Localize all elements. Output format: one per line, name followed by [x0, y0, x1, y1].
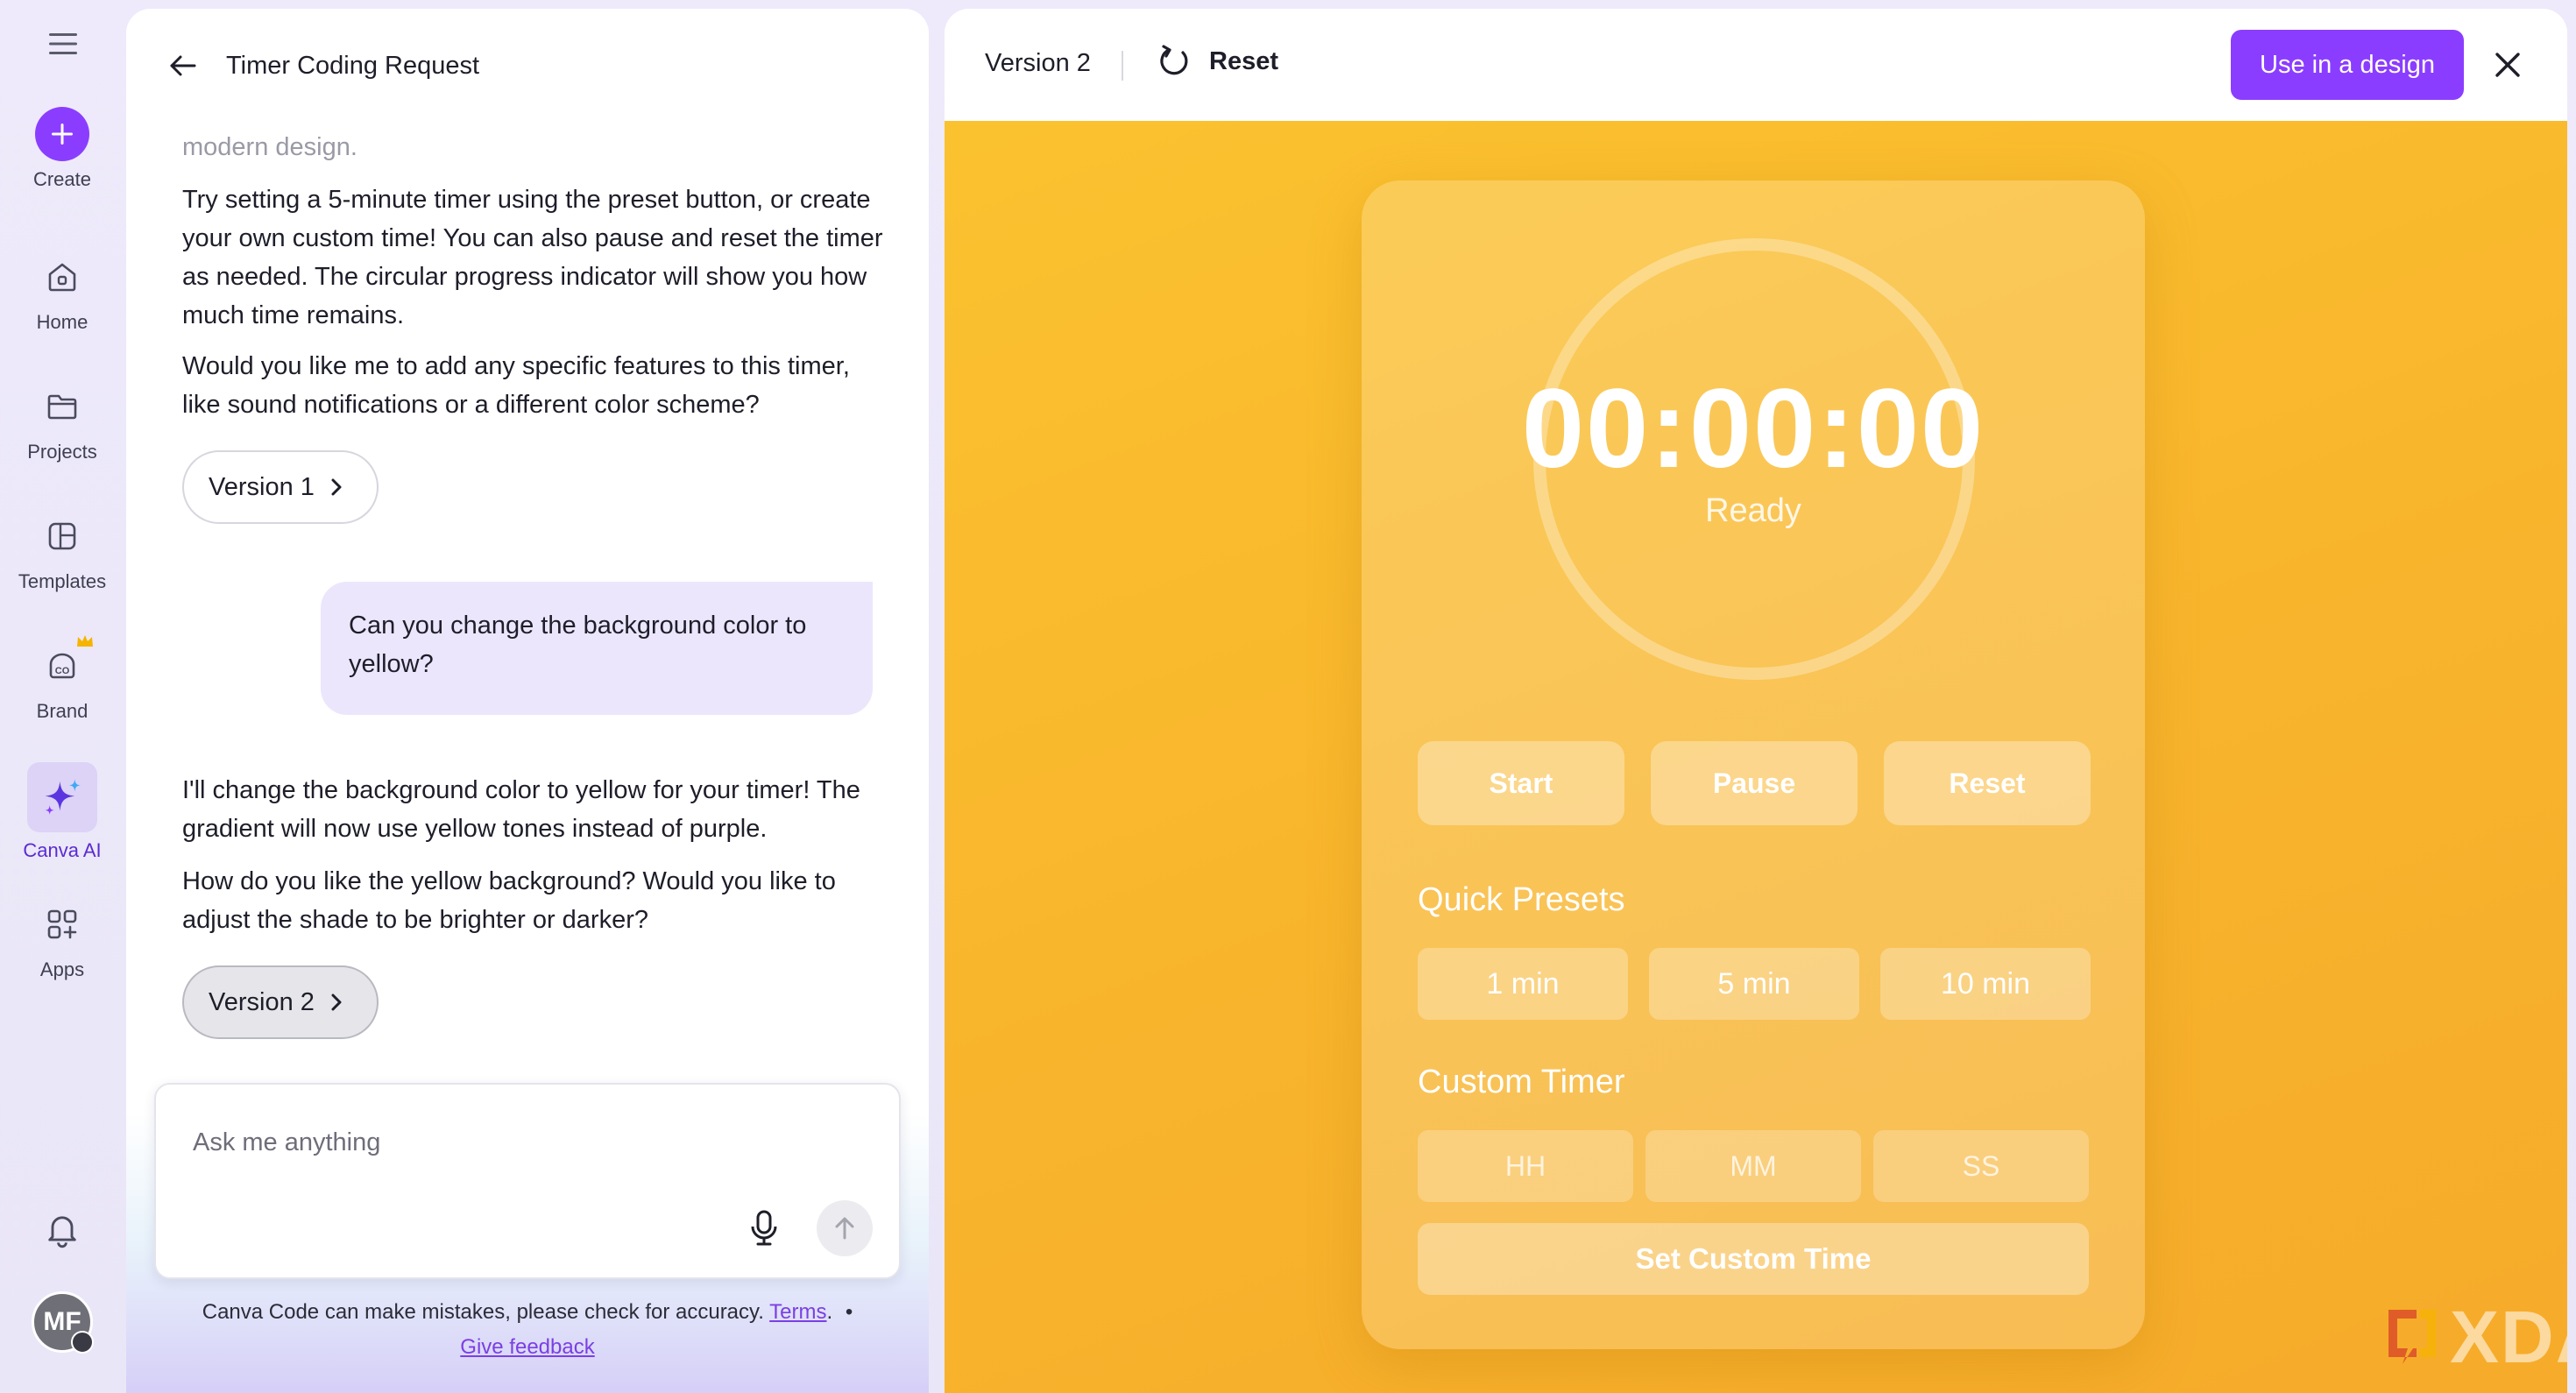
avatar[interactable]: MF — [32, 1291, 94, 1354]
version-2-pill[interactable]: Version 2 — [182, 965, 379, 1039]
create-button[interactable] — [35, 107, 89, 161]
xda-watermark: XDA — [2381, 1295, 2567, 1380]
refresh-icon — [1160, 45, 1188, 75]
sparkle-icon — [27, 762, 97, 832]
sidebar-item-label: Apps — [39, 958, 85, 980]
left-rail: Create Home Projects Templates CO Brand … — [0, 0, 124, 1393]
reset-button[interactable]: Reset — [1884, 741, 2091, 825]
terms-period: . — [826, 1300, 833, 1324]
sidebar-item-brand[interactable]: CO Brand — [0, 635, 124, 723]
brand-icon: CO — [35, 635, 93, 693]
sidebar-item-apps[interactable]: Apps — [0, 897, 124, 981]
set-custom-time-button[interactable]: Set Custom Time — [1418, 1223, 2089, 1295]
sidebar-item-label: Templates — [18, 570, 107, 592]
version-pill-label: Version 2 — [209, 987, 315, 1016]
seconds-input[interactable]: SS — [1873, 1130, 2089, 1202]
crown-icon — [77, 635, 93, 647]
chat-title: Timer Coding Request — [226, 51, 480, 80]
chevron-right-icon — [331, 478, 342, 496]
chat-input[interactable]: Ask me anything — [154, 1083, 901, 1279]
preview-header: Version 2 Reset Use in a design — [945, 9, 2567, 121]
close-button[interactable] — [2488, 46, 2527, 84]
bullet-separator: • — [845, 1300, 853, 1324]
sidebar-item-label: Home — [36, 311, 88, 333]
sidebar-item-label: Brand — [36, 700, 88, 722]
give-feedback-link[interactable]: Give feedback — [460, 1335, 594, 1359]
apps-icon — [35, 897, 89, 951]
notifications-button[interactable] — [37, 1204, 88, 1255]
hours-input[interactable]: HH — [1418, 1130, 1633, 1202]
back-button[interactable] — [165, 48, 200, 83]
mic-button[interactable] — [741, 1204, 787, 1253]
svg-text:CO: CO — [55, 666, 70, 676]
user-message: Can you change the background color to y… — [321, 582, 873, 715]
quick-presets-title: Quick Presets — [1418, 881, 1625, 918]
reset-preview-label: Reset — [1209, 46, 1278, 75]
disclaimer: Canva Code can make mistakes, please che… — [154, 1295, 901, 1365]
xda-logo-icon — [2388, 1309, 2436, 1364]
sidebar-item-templates[interactable]: Templates — [0, 509, 124, 593]
assistant-message: How do you like the yellow background? W… — [182, 867, 836, 934]
version-pill-label: Version 1 — [209, 472, 315, 501]
home-icon — [35, 250, 89, 304]
send-button[interactable] — [817, 1200, 873, 1256]
mic-icon — [751, 1210, 777, 1246]
terms-link[interactable]: Terms — [769, 1300, 826, 1324]
disclaimer-text: Canva Code can make mistakes, please che… — [202, 1300, 764, 1324]
bell-icon — [48, 1216, 76, 1248]
assistant-message: I'll change the background color to yell… — [182, 776, 860, 843]
preset-10-min-button[interactable]: 10 min — [1880, 948, 2091, 1020]
sidebar-item-canva-ai[interactable]: Canva AI — [0, 762, 124, 862]
header-divider — [1122, 51, 1123, 81]
sidebar-item-label: Create — [32, 168, 92, 190]
chat-header: Timer Coding Request — [126, 9, 929, 123]
pause-button[interactable]: Pause — [1651, 741, 1858, 825]
chat-panel: Timer Coding Request modern design. Try … — [126, 9, 929, 1393]
reset-preview-button[interactable]: Reset — [1155, 42, 1278, 81]
use-in-design-button[interactable]: Use in a design — [2231, 30, 2464, 100]
sidebar-item-label: Canva AI — [23, 839, 102, 861]
version-1-pill[interactable]: Version 1 — [182, 450, 379, 524]
folder-icon — [35, 379, 89, 434]
menu-icon — [49, 33, 77, 54]
sidebar-item-create[interactable]: Create — [0, 107, 124, 191]
faded-message-text: modern design. — [182, 133, 357, 161]
sidebar-item-label: Projects — [27, 441, 97, 463]
plus-icon — [52, 124, 73, 145]
menu-button[interactable] — [44, 25, 82, 63]
assistant-message: Would you like me to add any specific fe… — [182, 352, 850, 419]
preview-panel: Version 2 Reset Use in a design 00:00:00… — [945, 9, 2567, 1393]
watermark-text: XDA — [2450, 1296, 2567, 1378]
chevron-right-icon — [331, 993, 342, 1011]
avatar-badge — [71, 1331, 94, 1354]
start-button[interactable]: Start — [1418, 741, 1624, 825]
chat-input-placeholder: Ask me anything — [193, 1128, 381, 1156]
timer-status: Ready — [1705, 492, 1801, 529]
timer-card: 00:00:00 Ready Start Pause Reset Quick P… — [1362, 180, 2145, 1349]
close-icon — [2495, 53, 2520, 77]
send-arrow-icon — [835, 1217, 854, 1240]
sidebar-item-home[interactable]: Home — [0, 250, 124, 334]
minutes-input[interactable]: MM — [1645, 1130, 1861, 1202]
timer-display: 00:00:00 — [1521, 366, 1985, 491]
user-message-text: Can you change the background color to y… — [349, 612, 807, 678]
preview-stage: 00:00:00 Ready Start Pause Reset Quick P… — [945, 121, 2567, 1393]
sidebar-item-projects[interactable]: Projects — [0, 379, 124, 463]
preset-1-min-button[interactable]: 1 min — [1418, 948, 1628, 1020]
templates-icon — [35, 509, 89, 563]
preset-5-min-button[interactable]: 5 min — [1649, 948, 1859, 1020]
back-arrow-icon — [170, 55, 196, 76]
preview-version-label: Version 2 — [985, 49, 1091, 77]
custom-timer-title: Custom Timer — [1418, 1064, 1625, 1100]
assistant-message: Try setting a 5-minute timer using the p… — [182, 186, 883, 329]
